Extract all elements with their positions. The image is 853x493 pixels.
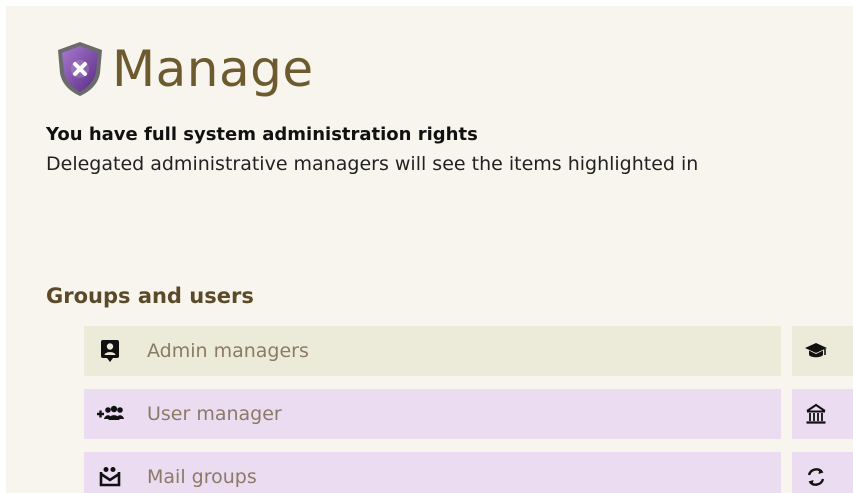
side-item-1[interactable] [792, 326, 853, 376]
user-manager-label: User manager [147, 403, 282, 425]
person-badge-icon [95, 339, 125, 363]
sync-icon [802, 466, 830, 488]
add-users-icon [95, 404, 125, 424]
groups-and-users-heading: Groups and users [46, 284, 254, 308]
admin-managers-item[interactable]: Admin managers [84, 326, 781, 376]
user-manager-item[interactable]: User manager [84, 389, 781, 439]
graduation-cap-icon [802, 341, 830, 361]
mail-groups-item[interactable]: Mail groups [84, 452, 781, 493]
admin-managers-label: Admin managers [147, 340, 309, 362]
side-item-3[interactable] [792, 452, 853, 493]
shield-admin-icon [58, 42, 102, 96]
mail-groups-label: Mail groups [147, 466, 257, 488]
side-item-2[interactable] [792, 389, 853, 439]
mail-groups-icon [95, 466, 125, 488]
institution-icon [802, 403, 830, 425]
manage-panel: Manage You have full system administrati… [6, 6, 853, 493]
title-row: Manage [54, 34, 314, 104]
delegated-message: Delegated administrative managers will s… [46, 153, 699, 175]
rights-message: You have full system administration righ… [46, 124, 478, 145]
page-title: Manage [112, 40, 314, 98]
